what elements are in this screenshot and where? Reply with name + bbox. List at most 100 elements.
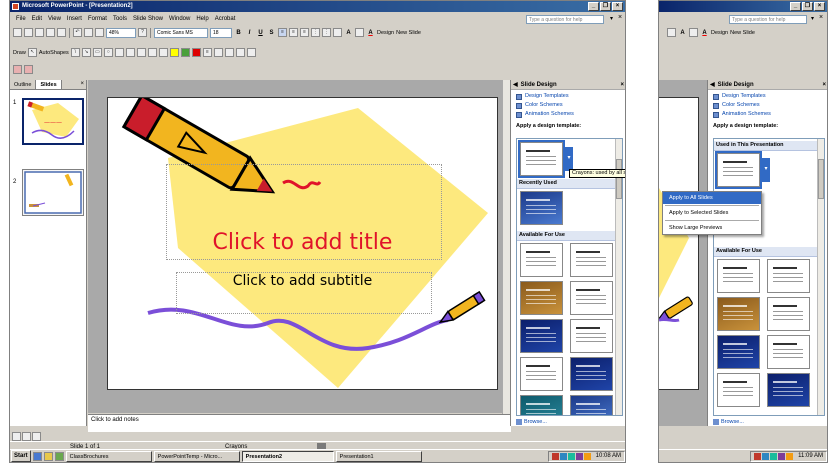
menu-show-large-previews[interactable]: Show Large Previews <box>663 222 761 234</box>
oval-icon[interactable]: ○ <box>103 48 113 57</box>
grow-font-button[interactable]: A <box>344 30 353 36</box>
menu-help[interactable]: Help <box>193 16 211 22</box>
template-thumb[interactable] <box>570 395 613 415</box>
gallery-scrollbar[interactable] <box>817 139 824 415</box>
chart-icon[interactable] <box>84 28 93 37</box>
underline-button[interactable]: U <box>256 30 265 36</box>
new-icon[interactable] <box>13 28 22 37</box>
wordart-icon[interactable] <box>125 48 135 57</box>
select-objects-icon[interactable]: ↖ <box>27 48 37 57</box>
align-center-icon[interactable]: ≡ <box>289 28 298 37</box>
diagram-icon[interactable] <box>136 48 146 57</box>
tray-icon[interactable] <box>754 452 762 460</box>
textbox-icon[interactable] <box>114 48 124 57</box>
font-size-combo[interactable]: 18 <box>210 27 232 38</box>
doc-close-icon[interactable]: × <box>819 14 823 21</box>
quicklaunch-desktop-icon[interactable] <box>54 451 64 461</box>
template-thumb[interactable] <box>717 373 760 407</box>
template-thumb[interactable] <box>520 395 563 415</box>
menu-tools[interactable]: Tools <box>110 16 130 22</box>
template-thumb[interactable] <box>717 259 760 293</box>
shrink-font-icon[interactable] <box>355 28 364 37</box>
tray-icon[interactable] <box>770 452 778 460</box>
task-powerpointtemp[interactable]: PowerPointTemp - Micro... <box>153 450 240 462</box>
dash-style-icon[interactable] <box>213 48 223 57</box>
draw-menu[interactable]: Draw <box>13 50 26 56</box>
tab-slides[interactable]: Slides <box>36 80 62 89</box>
menu-edit[interactable]: Edit <box>29 16 45 22</box>
minimize-button[interactable]: _ <box>790 2 801 11</box>
quicklaunch-ie-icon[interactable] <box>32 451 42 461</box>
numbering-icon[interactable]: ⋮ <box>311 28 320 37</box>
notes-pane[interactable]: Click to add notes <box>88 414 511 432</box>
tray-icon[interactable] <box>575 452 583 460</box>
undo-icon[interactable]: ↶ <box>73 28 82 37</box>
help-icon[interactable]: ? <box>138 28 147 37</box>
spelling-icon[interactable] <box>57 28 66 37</box>
new-slide-button[interactable]: New Slide <box>396 30 421 36</box>
bold-button[interactable]: B <box>234 30 243 36</box>
template-thumb[interactable] <box>767 297 810 331</box>
picture-icon[interactable] <box>158 48 168 57</box>
template-crayons-current[interactable] <box>518 140 565 178</box>
close-button[interactable]: × <box>612 2 623 11</box>
tray-icon[interactable] <box>583 452 591 460</box>
slide-thumbnail-1[interactable]: ——— <box>22 98 84 145</box>
back-icon[interactable]: ◀ <box>710 81 715 88</box>
menu-acrobat[interactable]: Acrobat <box>212 16 239 22</box>
shrink-font-icon[interactable] <box>689 28 698 37</box>
link-design-templates[interactable]: Design Templates <box>511 92 625 101</box>
pane-close-icon[interactable]: × <box>80 80 86 89</box>
decrease-indent-icon[interactable] <box>333 28 342 37</box>
link-design-templates[interactable]: Design Templates <box>708 92 827 101</box>
sorter-view-icon[interactable] <box>22 431 31 441</box>
align-right-icon[interactable]: ≡ <box>300 28 309 37</box>
3d-style-icon[interactable] <box>246 48 256 57</box>
template-crayons-current[interactable] <box>715 151 762 189</box>
template-thumb[interactable] <box>570 243 613 277</box>
menu-window[interactable]: Window <box>166 16 193 22</box>
link-color-schemes[interactable]: Color Schemes <box>708 101 827 110</box>
arrow-icon[interactable]: ↘ <box>81 48 91 57</box>
template-thumb[interactable] <box>520 281 563 315</box>
task-presentation1[interactable]: Presentation1 <box>335 450 422 462</box>
font-color-icon[interactable] <box>191 48 201 57</box>
template-thumb[interactable] <box>767 373 810 407</box>
gallery-scrollbar[interactable] <box>615 139 622 415</box>
save-icon[interactable] <box>35 28 44 37</box>
close-button[interactable]: × <box>814 2 825 11</box>
decrease-indent-icon[interactable] <box>667 28 676 37</box>
clipart-icon[interactable] <box>147 48 157 57</box>
line-color-icon[interactable] <box>180 48 190 57</box>
template-thumb[interactable] <box>570 357 613 391</box>
tray-icon[interactable] <box>551 452 559 460</box>
line-icon[interactable]: \ <box>70 48 80 57</box>
link-animation-schemes[interactable]: Animation Schemes <box>708 110 827 119</box>
tab-outline[interactable]: Outline <box>10 80 37 89</box>
question-box[interactable]: Type a question for help <box>526 15 604 24</box>
task-classbrochures[interactable]: ClassBrochures <box>65 450 152 462</box>
template-thumb[interactable] <box>767 259 810 293</box>
pdf-convert-icon[interactable] <box>13 65 22 74</box>
pdf-email-icon[interactable] <box>24 65 33 74</box>
template-thumb[interactable] <box>717 297 760 331</box>
tray-icon[interactable] <box>778 452 786 460</box>
quicklaunch-outlook-icon[interactable] <box>43 451 53 461</box>
menu-insert[interactable]: Insert <box>64 16 85 22</box>
restore-button[interactable]: ❐ <box>600 2 611 11</box>
slide-canvas[interactable]: Click to add title Click to add subtitle <box>107 97 498 390</box>
grow-font-button[interactable]: A <box>678 30 687 36</box>
normal-view-icon[interactable] <box>12 431 21 441</box>
menu-slide-show[interactable]: Slide Show <box>130 16 166 22</box>
menu-chevron-icon[interactable]: ▾ <box>610 15 613 22</box>
shadow-style-icon[interactable] <box>235 48 245 57</box>
shadow-button[interactable]: S <box>267 30 276 36</box>
slide-thumbnail-2[interactable] <box>22 169 84 216</box>
template-thumb[interactable] <box>520 319 563 353</box>
tray-icon[interactable] <box>786 452 794 460</box>
menu-format[interactable]: Format <box>85 16 110 22</box>
slide-canvas-edge[interactable] <box>659 97 699 390</box>
template-thumb[interactable] <box>570 319 613 353</box>
bullets-icon[interactable]: ⋮ <box>322 28 331 37</box>
slideshow-view-icon[interactable] <box>32 431 41 441</box>
